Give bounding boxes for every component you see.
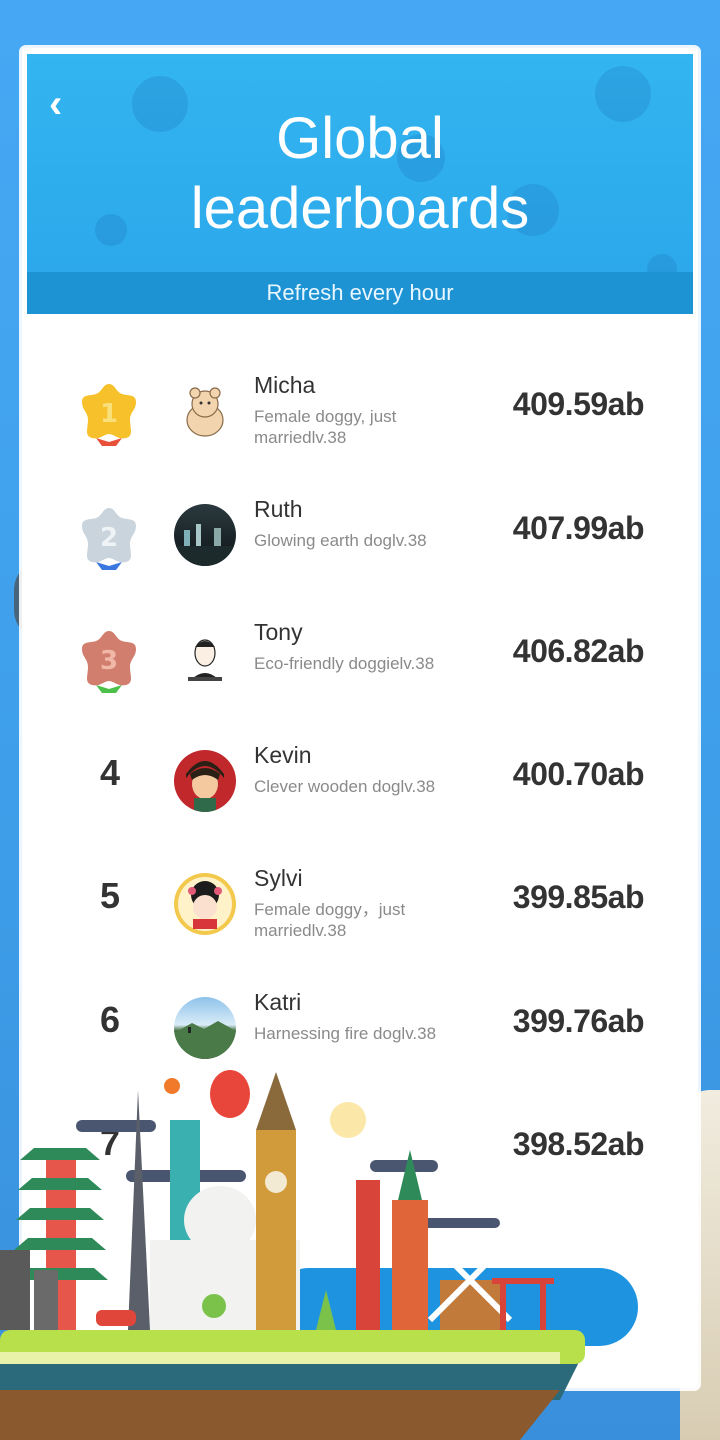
player-name: Tony — [254, 619, 303, 645]
landscape-avatar — [174, 997, 236, 1059]
silver-star-badge-icon: 2 — [82, 508, 136, 570]
leaderboard-row[interactable]: 5 Sylvi Female doggy，just marriedlv.38 3… — [22, 859, 698, 969]
page-title: Global leaderboards — [27, 104, 693, 244]
rank-number: 5 — [99, 875, 121, 916]
player-name: Sylvi — [254, 865, 303, 891]
svg-text:2: 2 — [100, 523, 118, 553]
player-score: 400.70ab — [512, 756, 645, 792]
player-name: Ruth — [254, 496, 303, 522]
player-title: Glowing earth doglv.38 — [254, 531, 427, 550]
player-title: Eco-friendly doggielv.38 — [254, 654, 435, 673]
title-line-1: Global — [276, 106, 444, 171]
title-line-2: leaderboards — [190, 176, 530, 241]
bear-avatar — [174, 380, 236, 442]
player-score: 409.59ab — [512, 386, 645, 422]
leaderboard-row[interactable]: 2 Ruth Glowing earth doglv.38 407.99ab — [22, 490, 698, 600]
rank-number: 4 — [99, 752, 121, 793]
player-score: 406.82ab — [512, 633, 645, 669]
leaderboard-row[interactable]: 1 Micha Female doggy, just marriedlv.38 … — [22, 366, 698, 476]
cartoon-boy-avatar — [174, 750, 236, 812]
leaderboard-header: ‹ Global leaderboards Refresh every hour — [27, 54, 693, 314]
svg-text:1: 1 — [100, 399, 118, 429]
leaderboard-row[interactable]: 4 Kevin Clever wooden doglv.38 400.70ab — [22, 736, 698, 846]
rank-number: 6 — [99, 999, 121, 1040]
player-name: Micha — [254, 372, 316, 398]
gold-star-badge-icon: 1 — [82, 384, 136, 446]
player-title: Clever wooden doglv.38 — [254, 777, 436, 796]
player-name: Kevin — [254, 742, 312, 768]
player-score: 399.85ab — [512, 879, 645, 915]
player-title: Female doggy，just marriedlv.38 — [254, 900, 406, 940]
svg-text:3: 3 — [100, 646, 118, 676]
player-title: Harnessing fire doglv.38 — [254, 1024, 437, 1043]
cartoon-girl-avatar — [174, 873, 236, 935]
bronze-star-badge-icon: 3 — [82, 631, 136, 693]
player-score: 407.99ab — [512, 510, 645, 546]
player-title: Female doggy, just marriedlv.38 — [254, 407, 397, 447]
sketch-man-avatar — [174, 627, 236, 689]
landmarks-illustration-icon — [0, 1070, 585, 1440]
player-name: Katri — [254, 989, 302, 1015]
night-city-avatar — [174, 504, 236, 566]
player-score: 399.76ab — [512, 1003, 645, 1039]
leaderboard-row[interactable]: 3 Tony Eco-friendly doggielv.38 406.82ab — [22, 613, 698, 723]
refresh-note: Refresh every hour — [27, 272, 693, 314]
